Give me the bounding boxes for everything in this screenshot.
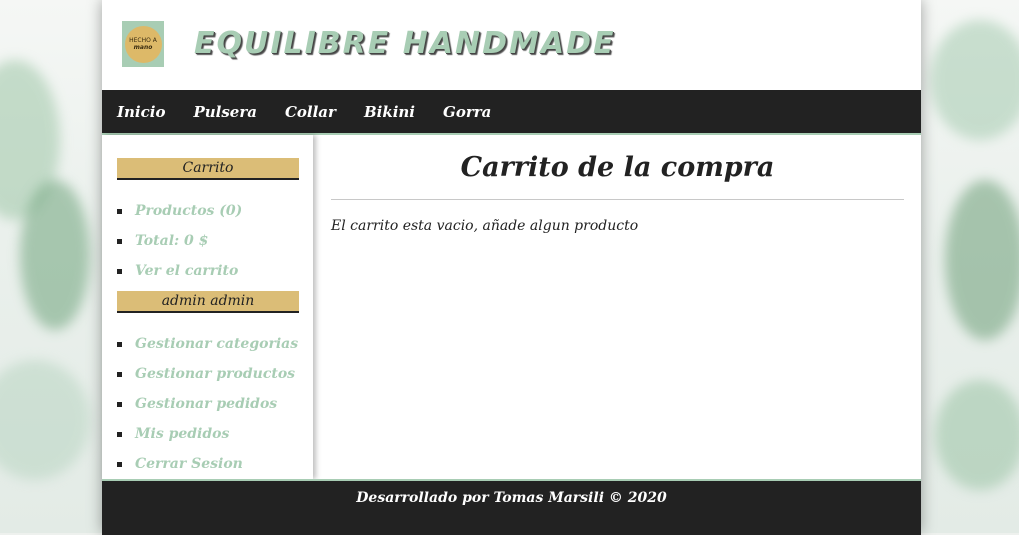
nav-item-collar[interactable]: Collar [285, 103, 336, 121]
logo-text-line2: mano [133, 44, 153, 51]
cart-products-link[interactable]: Productos (0) [102, 196, 313, 226]
site-footer: Desarrollado por Tomas Marsili © 2020 [102, 479, 921, 535]
main-nav: Inicio Pulsera Collar Bikini Gorra [102, 90, 921, 135]
admin-list: Gestionar categorias Gestionar productos… [102, 329, 313, 479]
empty-cart-message: El carrito esta vacio, añade algun produ… [331, 218, 639, 234]
view-cart-link[interactable]: Ver el carrito [102, 256, 313, 286]
page-container: HECHO A mano EQUILIBRE HANDMADE Inicio P… [102, 0, 921, 535]
title-divider [331, 199, 904, 200]
cart-total-link[interactable]: Total: 0 $ [102, 226, 313, 256]
nav-item-pulsera[interactable]: Pulsera [193, 103, 257, 121]
cart-block-title: Carrito [117, 158, 299, 180]
user-block-title: admin admin [117, 291, 299, 313]
site-header: HECHO A mano EQUILIBRE HANDMADE [102, 0, 921, 90]
site-title[interactable]: EQUILIBRE HANDMADE [194, 26, 616, 61]
manage-categories-link[interactable]: Gestionar categorias [102, 329, 313, 359]
manage-orders-link[interactable]: Gestionar pedidos [102, 389, 313, 419]
page-title: Carrito de la compra [460, 152, 775, 183]
manage-products-link[interactable]: Gestionar productos [102, 359, 313, 389]
main-content: Carrito de la compra El carrito esta vac… [313, 135, 921, 479]
footer-credit: Desarrollado por Tomas Marsili © 2020 [356, 490, 667, 506]
sidebar: Carrito Productos (0) Total: 0 $ Ver el … [102, 135, 313, 479]
logout-link[interactable]: Cerrar Sesion [102, 449, 313, 479]
cart-list: Productos (0) Total: 0 $ Ver el carrito [102, 196, 313, 286]
site-logo[interactable]: HECHO A mano [122, 21, 164, 67]
logo-badge: HECHO A mano [124, 25, 162, 63]
logo-text-line1: HECHO A [129, 37, 157, 44]
nav-item-gorra[interactable]: Gorra [443, 103, 491, 121]
nav-item-inicio[interactable]: Inicio [117, 103, 165, 121]
content-area: Carrito Productos (0) Total: 0 $ Ver el … [102, 135, 921, 479]
nav-item-bikini[interactable]: Bikini [364, 103, 415, 121]
my-orders-link[interactable]: Mis pedidos [102, 419, 313, 449]
